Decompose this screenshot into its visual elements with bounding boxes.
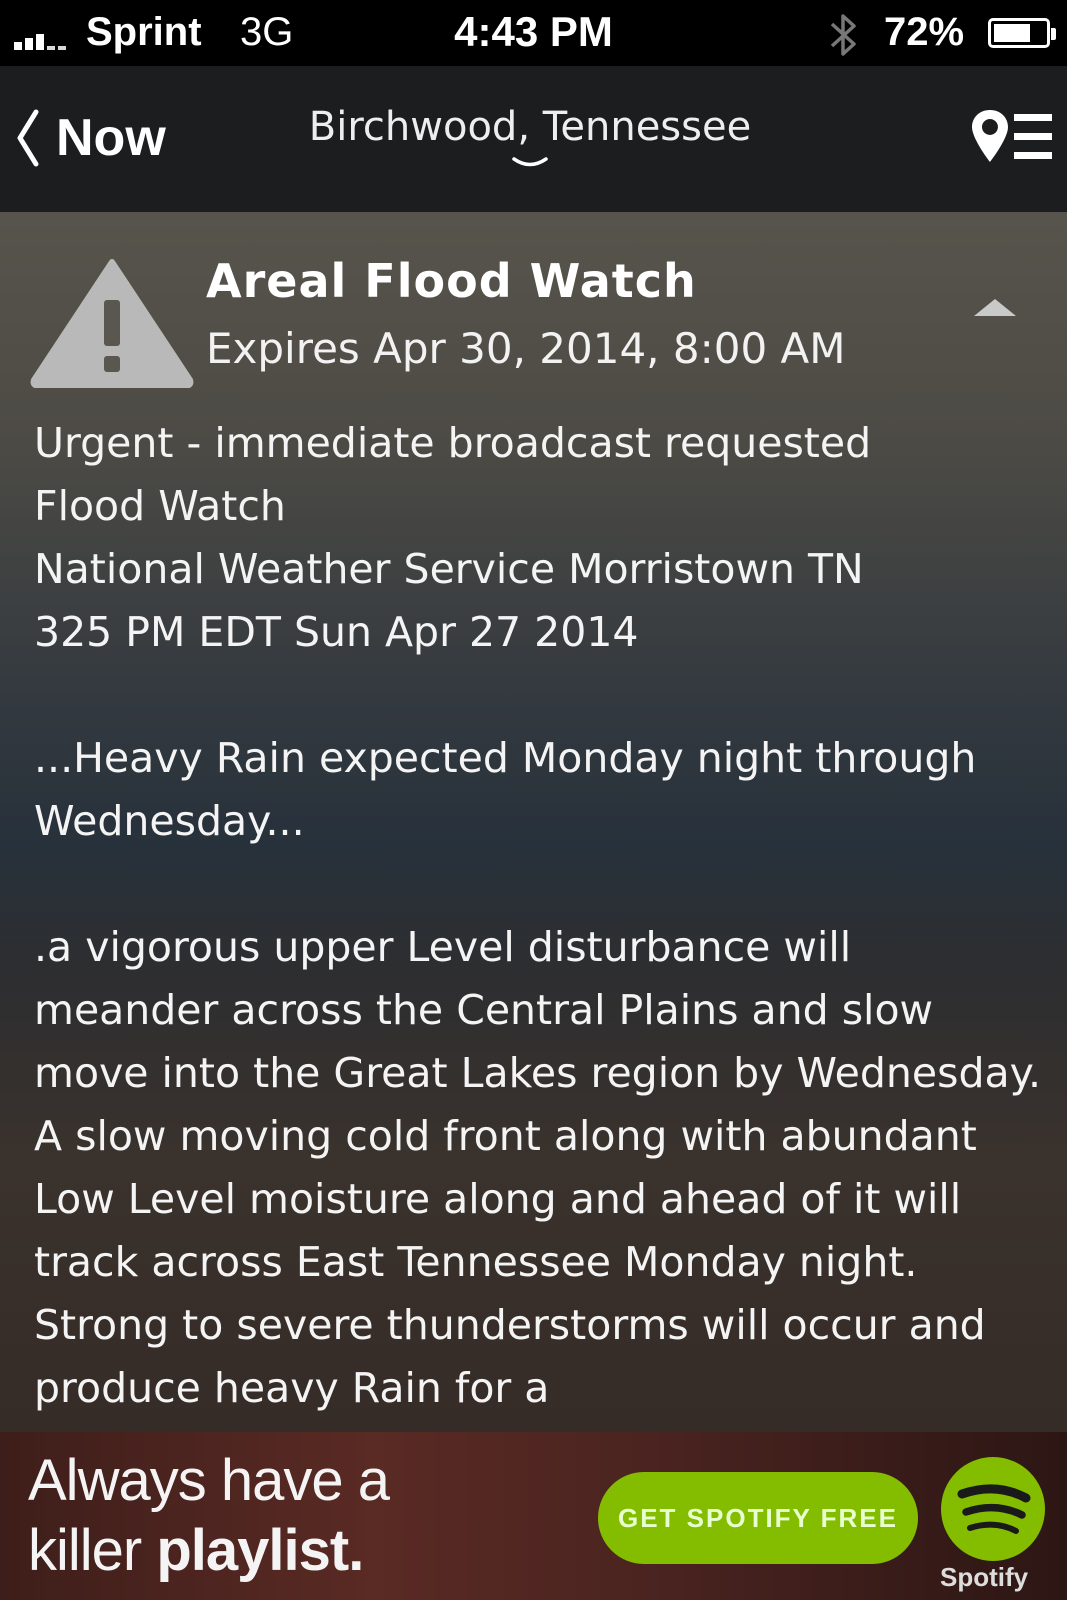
location-title: Birchwood, Tennessee [308,104,752,150]
alert-title: Areal Flood Watch [206,254,697,308]
alert-body-line: Flood Watch [34,482,286,530]
ad-line-2-bold: playlist. [156,1518,364,1583]
alert-body: Urgent - immediate broadcast requested F… [34,412,1044,1420]
ad-banner[interactable]: Always have a killer playlist. GET SPOTI… [0,1432,1067,1600]
nav-bar: Now Birchwood, Tennessee [0,66,1067,212]
alert-body-headline: ...Heavy Rain expected Monday night thro… [34,734,977,845]
battery-percent: 72% [884,10,965,54]
get-spotify-button[interactable]: GET SPOTIFY FREE [598,1472,918,1564]
back-button[interactable]: Now [12,106,166,170]
back-label: Now [56,109,166,167]
ad-line-1: Always have a [28,1448,390,1513]
screen: Sprint 3G 4:43 PM 72% Now Birchwood, Ten… [0,0,1067,1600]
collapse-arrow-icon[interactable] [972,296,1018,318]
bluetooth-icon [830,14,856,56]
warning-icon [30,259,194,388]
alert-body-paragraph: .a vigorous upper Level disturbance will… [34,923,1042,1412]
alert-detail[interactable]: Areal Flood Watch Expires Apr 30, 2014, … [0,212,1067,1432]
location-selector[interactable]: Birchwood, Tennessee [260,104,800,172]
ad-brand: Spotify [940,1562,1029,1592]
spotify-logo-icon [941,1457,1045,1561]
alert-body-spacer [34,664,1044,727]
chevron-down-icon [512,157,548,167]
status-bar: Sprint 3G 4:43 PM 72% [0,0,1067,66]
location-list-icon[interactable] [970,106,1056,170]
back-chevron-icon [17,109,39,167]
ad-headline: Always have a killer playlist. [28,1446,390,1586]
alert-body-line: National Weather Service Morristown TN [34,545,864,593]
ad-line-2: killer playlist. [28,1516,389,1586]
alert-expires: Expires Apr 30, 2014, 8:00 AM [206,324,846,373]
ad-line-2-plain: killer [28,1518,157,1583]
battery-icon [988,18,1056,48]
battery-fill [994,24,1030,42]
alert-body-line: Urgent - immediate broadcast requested [34,419,872,467]
alert-body-spacer [34,853,1044,916]
alert-body-line: 325 PM EDT Sun Apr 27 2014 [34,608,639,656]
